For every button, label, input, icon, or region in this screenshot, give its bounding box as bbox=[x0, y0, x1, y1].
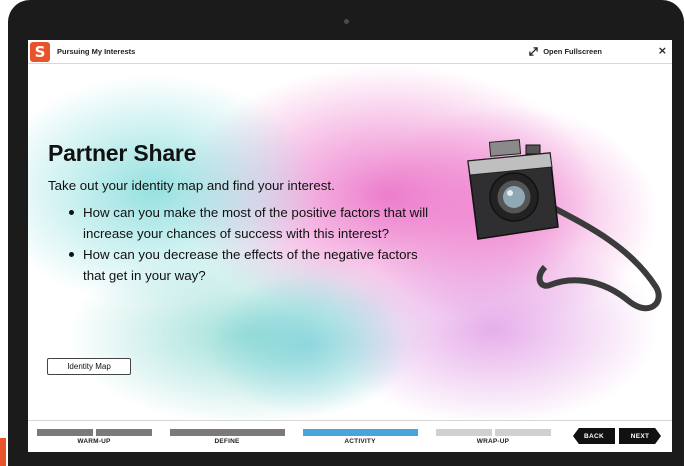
stage-label-wrap-up: WRAP-UP bbox=[476, 438, 510, 445]
stage-label-activity: ACTIVITY bbox=[344, 438, 376, 445]
stage-progress-define[interactable] bbox=[170, 429, 285, 436]
webcam bbox=[344, 19, 349, 24]
stage-progress-wrap-up[interactable] bbox=[436, 429, 492, 436]
app-title: Pursuing My Interests bbox=[57, 47, 136, 56]
slide-content: Partner Share Take out your identity map… bbox=[48, 140, 468, 286]
corner-accent bbox=[0, 438, 6, 466]
expand-arrows-icon bbox=[529, 47, 538, 56]
slide-heading: Partner Share bbox=[48, 140, 197, 166]
stage-progress-wrap-up[interactable] bbox=[495, 429, 551, 436]
close-icon[interactable]: × bbox=[658, 44, 667, 57]
identity-map-button[interactable]: Identity Map bbox=[47, 358, 131, 375]
slide-intro: Take out your identity map and find your… bbox=[48, 178, 335, 193]
stage-progress-warm-up[interactable] bbox=[96, 429, 152, 436]
stage-label-define: DEFINE bbox=[214, 438, 240, 445]
app-window: S Pursuing My Interests Open Fullscreen … bbox=[28, 40, 672, 452]
brand-logo-icon: S bbox=[30, 41, 50, 62]
slide: Partner Share Take out your identity map… bbox=[28, 65, 672, 419]
question-item: How can you make the most of the positiv… bbox=[69, 202, 439, 244]
open-fullscreen-button[interactable]: Open Fullscreen bbox=[529, 47, 602, 56]
question-item: How can you decrease the effects of the … bbox=[69, 244, 439, 286]
stage-label-warm-up: WARM-UP bbox=[77, 438, 111, 445]
stage-progress-warm-up[interactable] bbox=[37, 429, 93, 436]
back-button[interactable]: BACK bbox=[573, 428, 615, 444]
next-button[interactable]: NEXT bbox=[619, 428, 661, 444]
title-bar: S Pursuing My Interests Open Fullscreen … bbox=[28, 40, 672, 64]
question-list: How can you make the most of the positiv… bbox=[69, 202, 468, 286]
camera-illustration bbox=[467, 139, 662, 312]
open-fullscreen-label: Open Fullscreen bbox=[543, 47, 602, 56]
lesson-navigation: WARM-UP DEFINE ACTIVITY WRAP-UP BACK NEX… bbox=[28, 420, 672, 452]
stage-progress-activity[interactable] bbox=[303, 429, 418, 436]
